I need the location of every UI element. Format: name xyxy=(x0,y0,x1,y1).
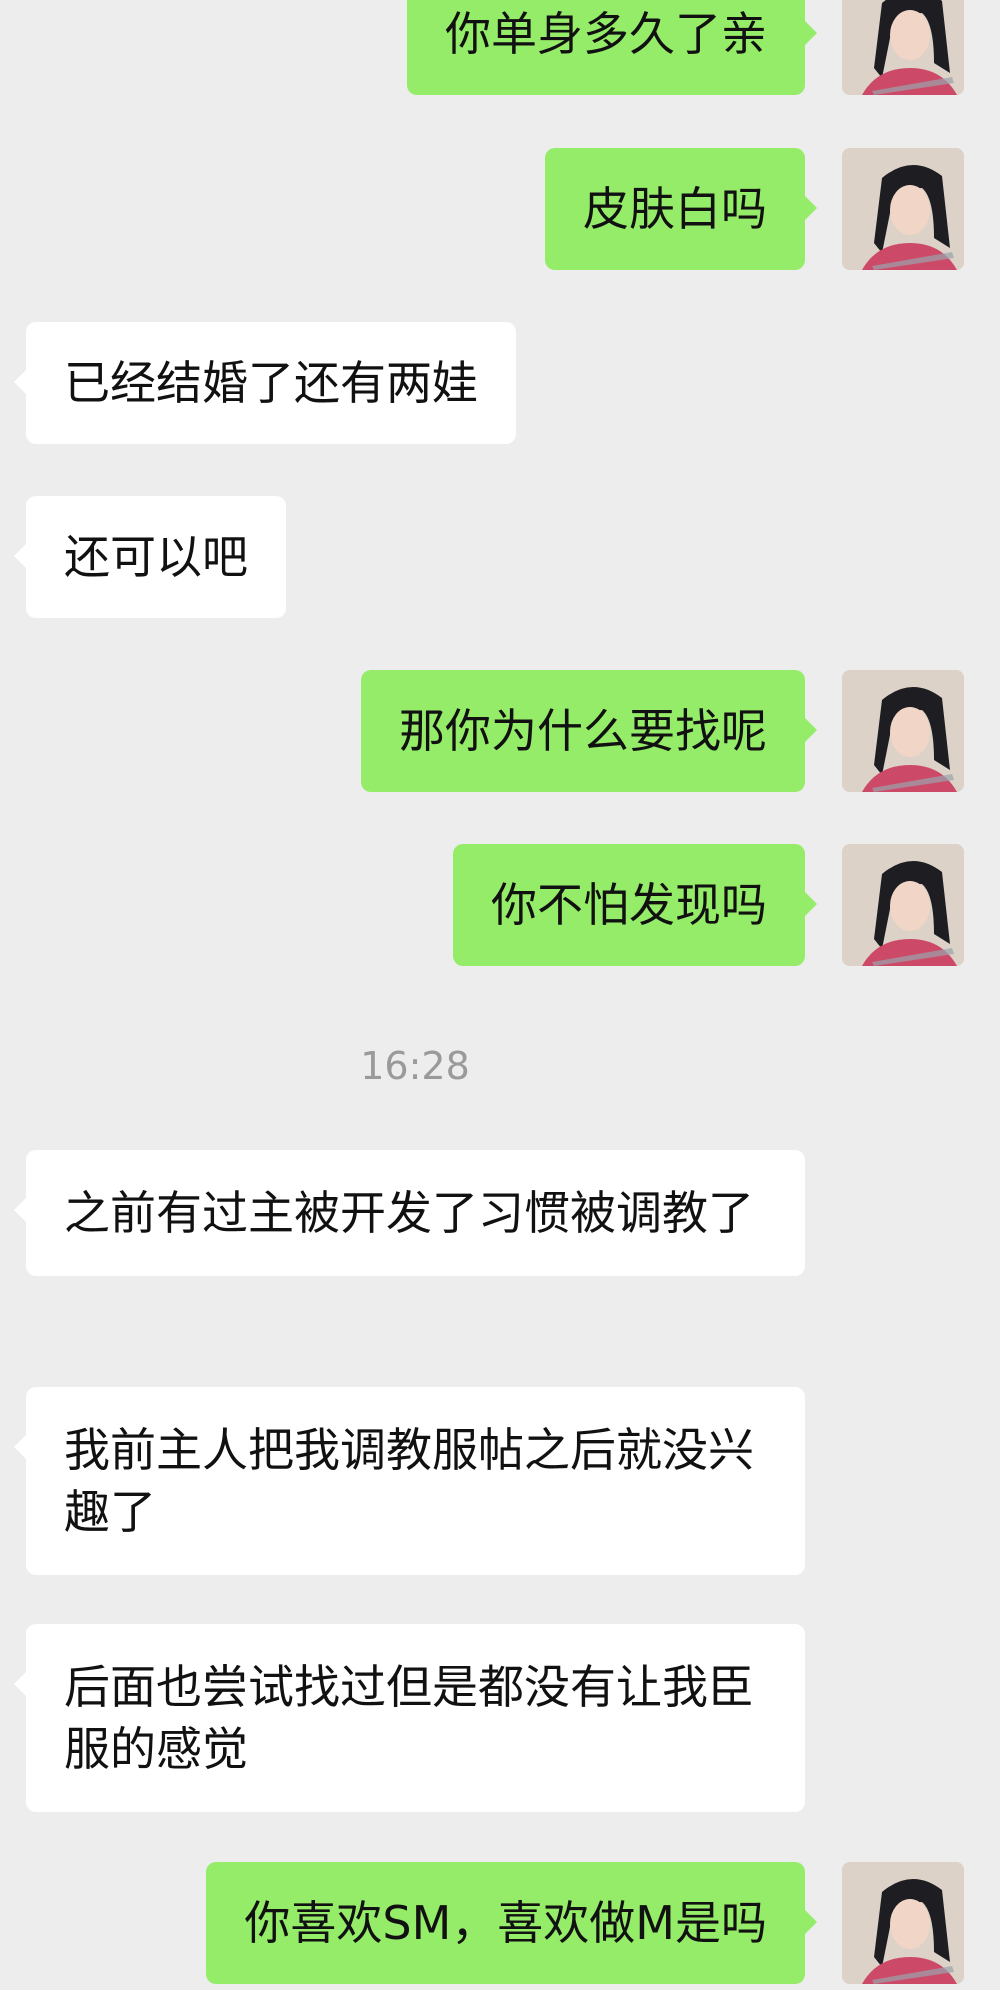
message-text: 皮肤白吗 xyxy=(583,182,767,236)
message-text: 已经结婚了还有两娃 xyxy=(64,356,478,410)
message-bubble-sent[interactable]: 你喜欢SM，喜欢做M是吗 xyxy=(206,1862,817,1984)
message-text: 那你为什么要找呢 xyxy=(399,704,767,758)
avatar-photo-icon xyxy=(842,844,964,966)
message-bubble-sent[interactable]: 那你为什么要找呢 xyxy=(361,670,817,792)
avatar[interactable] xyxy=(842,844,964,966)
message-bubble-received[interactable]: 我前主人把我调教服帖之后就没兴趣了 xyxy=(14,1387,805,1575)
message-text: 你单身多久了亲 xyxy=(445,7,767,61)
avatar-photo-icon xyxy=(842,1862,964,1984)
timestamp: 16:28 xyxy=(360,1044,470,1088)
message-bubble-received[interactable]: 后面也尝试找过但是都没有让我臣服的感觉 xyxy=(14,1624,805,1812)
message-text: 后面也尝试找过但是都没有让我臣服的感觉 xyxy=(64,1660,754,1776)
avatar[interactable] xyxy=(842,670,964,792)
message-bubble-received[interactable]: 之前有过主被开发了习惯被调教了 xyxy=(14,1150,805,1276)
message-bubble-sent[interactable]: 你不怕发现吗 xyxy=(453,844,817,966)
avatar[interactable] xyxy=(842,148,964,270)
avatar-photo-icon xyxy=(842,148,964,270)
avatar[interactable] xyxy=(842,0,964,95)
message-text: 你不怕发现吗 xyxy=(491,878,767,932)
message-text: 我前主人把我调教服帖之后就没兴趣了 xyxy=(64,1423,754,1539)
message-bubble-received[interactable]: 已经结婚了还有两娃 xyxy=(14,322,516,444)
message-bubble-sent[interactable]: 你单身多久了亲 xyxy=(407,0,817,95)
message-bubble-received[interactable]: 还可以吧 xyxy=(14,496,286,618)
avatar-photo-icon xyxy=(842,0,964,95)
message-text: 还可以吧 xyxy=(64,530,248,584)
message-text: 之前有过主被开发了习惯被调教了 xyxy=(64,1186,754,1240)
message-text: 你喜欢SM，喜欢做M是吗 xyxy=(244,1896,767,1950)
avatar[interactable] xyxy=(842,1862,964,1984)
avatar-photo-icon xyxy=(842,670,964,792)
message-bubble-sent[interactable]: 皮肤白吗 xyxy=(545,148,817,270)
